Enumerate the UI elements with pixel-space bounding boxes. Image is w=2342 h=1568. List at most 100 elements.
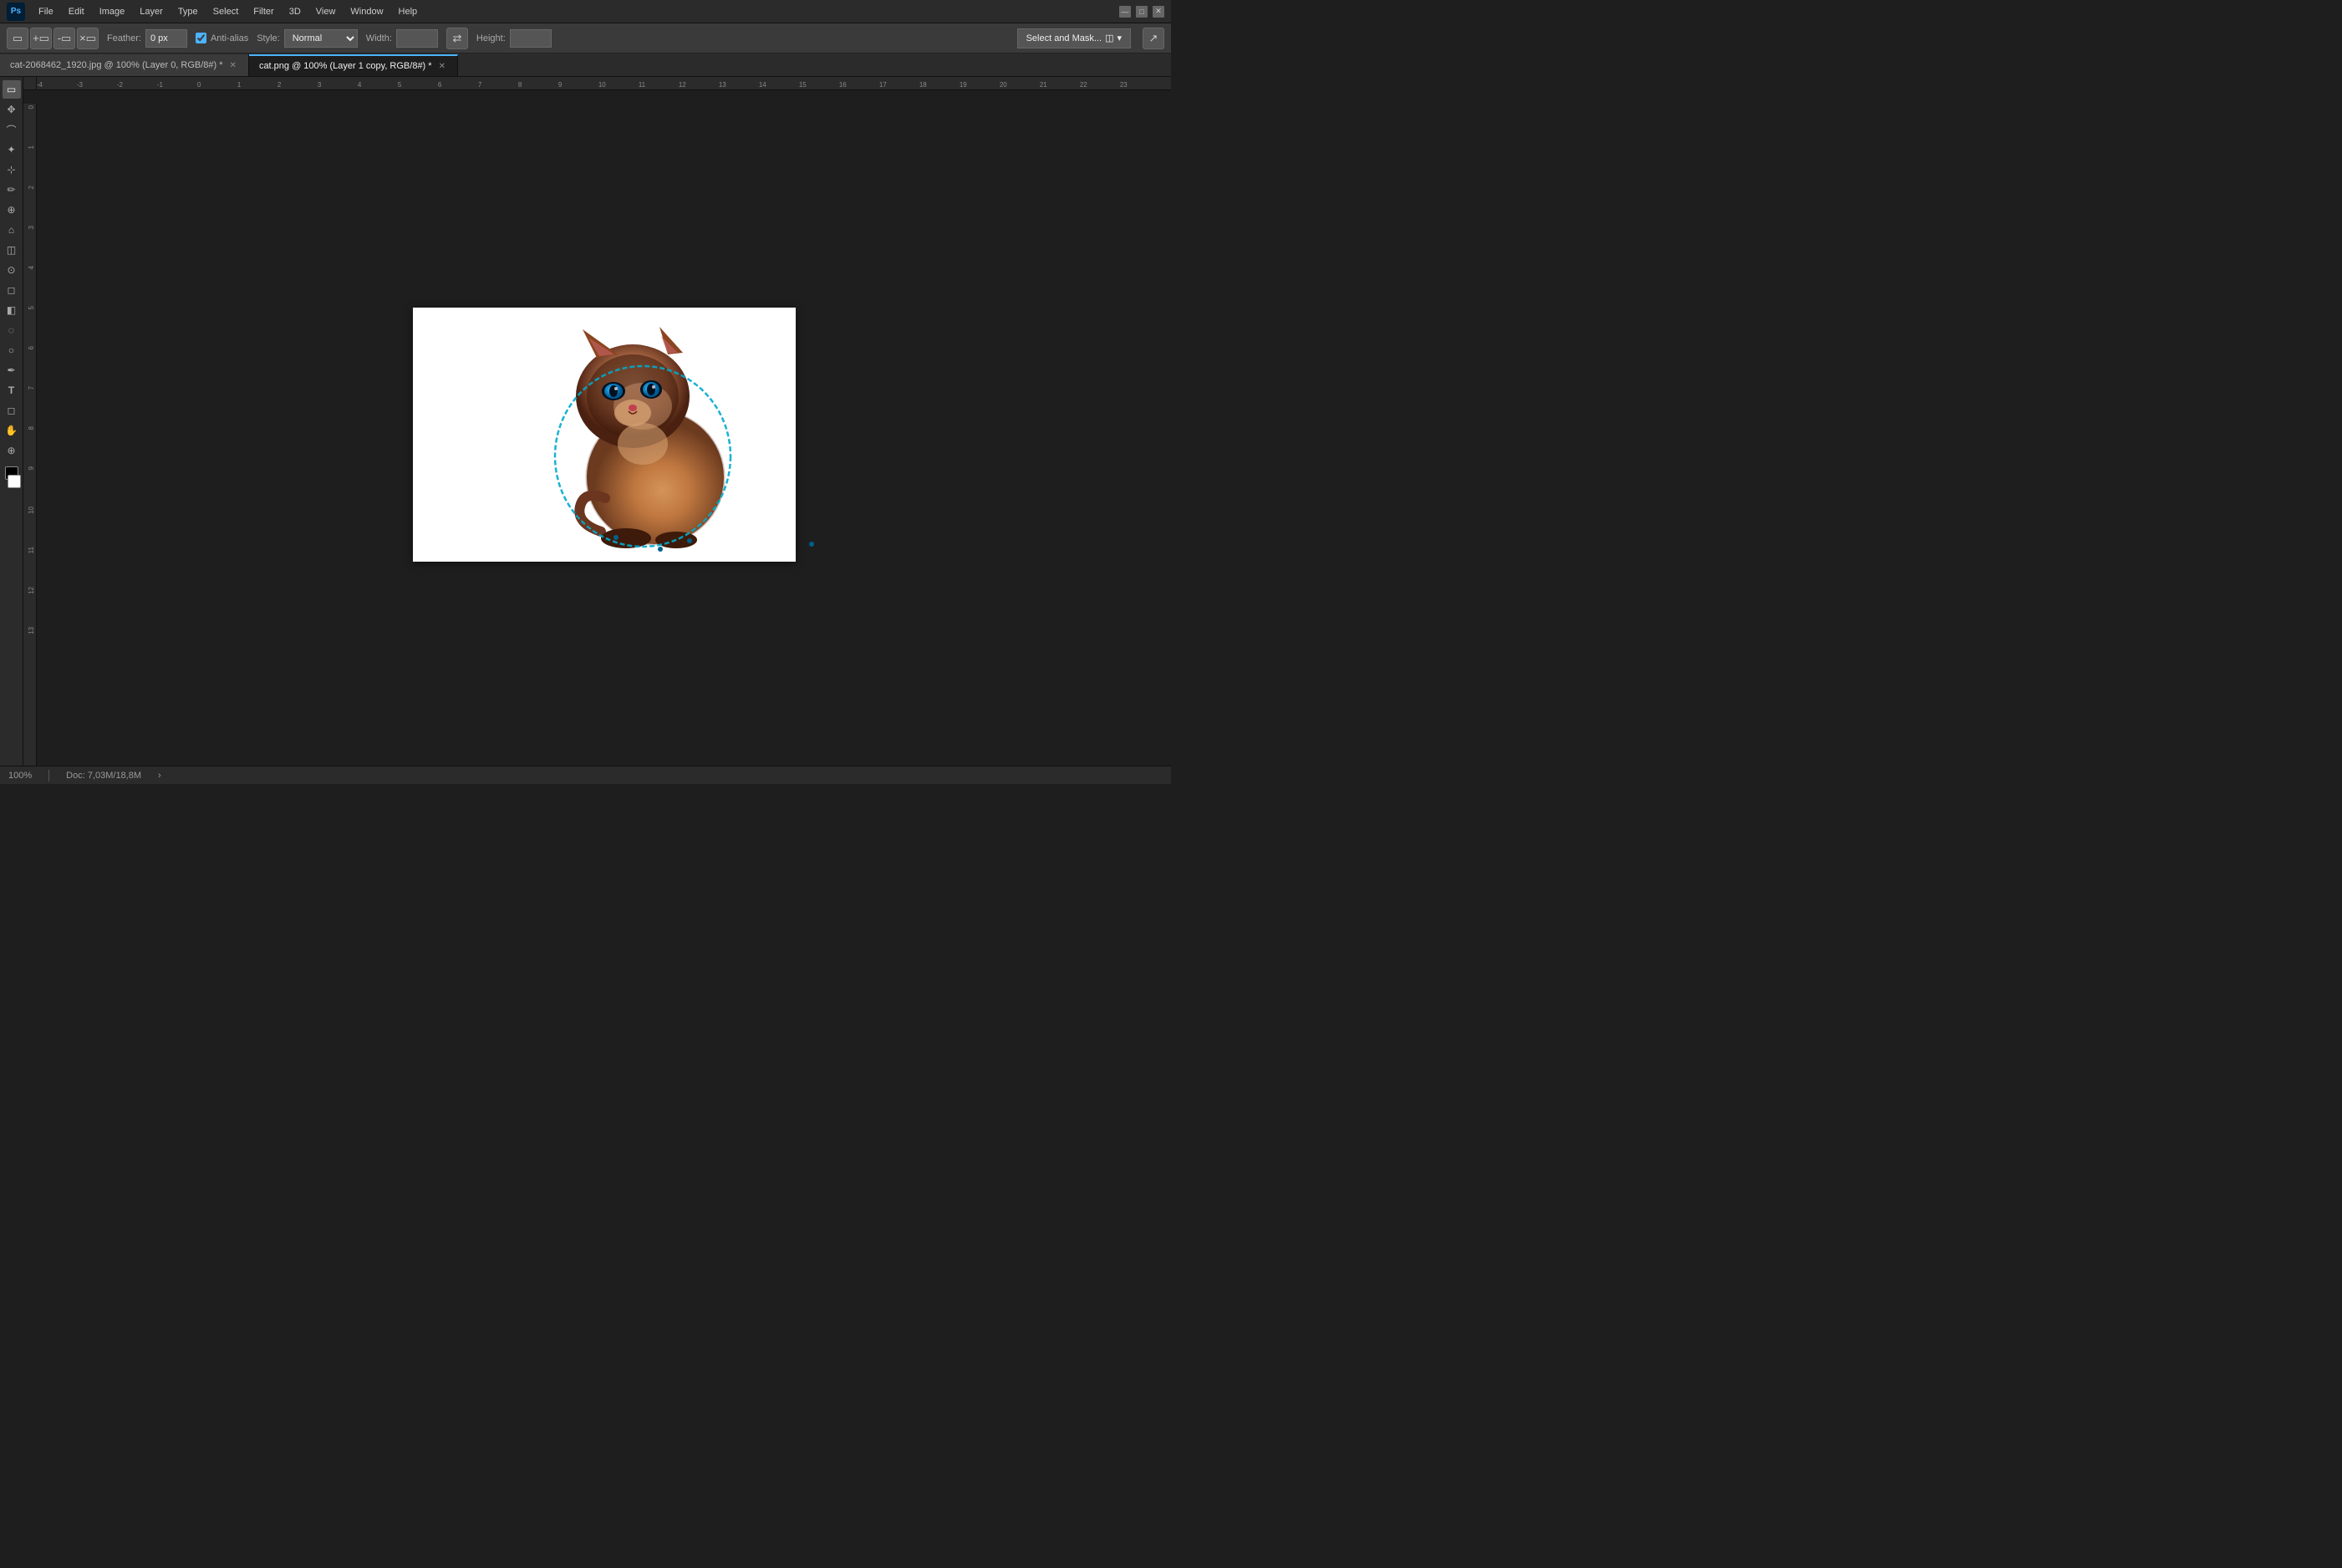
maximize-button[interactable]: □ xyxy=(1136,6,1148,18)
height-input[interactable] xyxy=(510,29,552,48)
minimize-button[interactable]: — xyxy=(1119,6,1131,18)
shape-tool-btn[interactable]: ◻ xyxy=(3,401,21,420)
blur-tool-btn[interactable]: ◌ xyxy=(3,321,21,339)
width-input[interactable] xyxy=(396,29,438,48)
clone-tool-btn[interactable]: ◫ xyxy=(3,241,21,259)
menu-file[interactable]: File xyxy=(32,4,60,19)
canvas-document xyxy=(413,308,796,562)
tab-close-0[interactable]: ✕ xyxy=(228,60,238,71)
ruler-mark-h-23: 19 xyxy=(960,81,967,89)
dodge-tool-btn[interactable]: ○ xyxy=(3,341,21,359)
anti-alias-group: Anti-alias xyxy=(196,33,248,43)
status-arrow[interactable]: › xyxy=(158,771,161,781)
ruler-mark-v-9: 9 xyxy=(28,466,35,470)
menu-layer[interactable]: Layer xyxy=(133,4,170,19)
eraser-tool-btn[interactable]: ◻ xyxy=(3,281,21,299)
ruler-mark-v-13: 13 xyxy=(28,627,35,634)
shape-selection-icons: ▭ +▭ -▭ ×▭ xyxy=(7,28,99,49)
menu-bar: File Edit Image Layer Type Select Filter… xyxy=(32,4,424,19)
ruler-top-inner: -4-3-2-101234567891011121314151617181920… xyxy=(37,77,1171,89)
menu-filter[interactable]: Filter xyxy=(247,4,280,19)
height-label: Height: xyxy=(476,33,506,43)
tab-cat-jpg[interactable]: cat-2068462_1920.jpg @ 100% (Layer 0, RG… xyxy=(0,54,249,76)
anti-alias-checkbox[interactable] xyxy=(196,33,206,43)
ruler-mark-h-17: 13 xyxy=(719,81,726,89)
text-tool-btn[interactable]: T xyxy=(3,381,21,400)
background-color-btn[interactable] xyxy=(8,475,21,488)
cat-layer xyxy=(534,323,739,548)
ruler-mark-v-0: 0 xyxy=(28,105,35,109)
pen-tool-btn[interactable]: ✒ xyxy=(3,361,21,379)
ruler-mark-v-12: 12 xyxy=(28,587,35,594)
ruler-mark-h-3: -1 xyxy=(157,81,163,89)
intersect-selection-btn[interactable]: ×▭ xyxy=(77,28,99,49)
ruler-mark-h-25: 21 xyxy=(1040,81,1047,89)
ruler-mark-v-8: 8 xyxy=(28,426,35,430)
status-separator xyxy=(48,770,49,781)
menu-type[interactable]: Type xyxy=(171,4,205,19)
selection-dot-3 xyxy=(687,538,692,543)
close-button[interactable]: ✕ xyxy=(1153,6,1164,18)
menu-3d[interactable]: 3D xyxy=(283,4,308,19)
crop-tool-btn[interactable]: ⊹ xyxy=(3,160,21,179)
tab-close-1[interactable]: ✕ xyxy=(437,61,447,72)
menu-window[interactable]: Window xyxy=(344,4,389,19)
left-toolbar: ▭ ✥ ⌒ ✦ ⊹ ✏ ⊕ ⌂ ◫ ⊙ ◻ ◧ ◌ ○ ✒ T ◻ ✋ ⊕ xyxy=(0,77,23,766)
ruler-mark-h-8: 4 xyxy=(358,81,361,89)
chevron-down-icon: ▾ xyxy=(1117,33,1122,43)
brush-tool-btn[interactable]: ⌂ xyxy=(3,221,21,239)
select-and-mask-button[interactable]: Select and Mask... ◫ ▾ xyxy=(1017,28,1131,48)
menu-view[interactable]: View xyxy=(309,4,343,19)
lasso-tool-btn[interactable]: ⌒ xyxy=(3,120,21,139)
title-bar-right: — □ ✕ xyxy=(1119,6,1164,18)
subtract-selection-btn[interactable]: -▭ xyxy=(53,28,75,49)
ruler-mark-v-10: 10 xyxy=(28,507,35,514)
style-label: Style: xyxy=(257,33,280,43)
style-select[interactable]: Normal Fixed Ratio Fixed Size xyxy=(284,29,358,48)
menu-help[interactable]: Help xyxy=(392,4,425,19)
ruler-mark-h-26: 22 xyxy=(1080,81,1087,89)
canvas-area: -4-3-2-101234567891011121314151617181920… xyxy=(23,77,1171,766)
menu-edit[interactable]: Edit xyxy=(62,4,91,19)
options-bar: ▭ +▭ -▭ ×▭ Feather: Anti-alias Style: No… xyxy=(0,23,1171,53)
tab-cat-png[interactable]: cat.png @ 100% (Layer 1 copy, RGB/8#) * … xyxy=(249,54,458,76)
title-bar-left: Ps File Edit Image Layer Type Select Fil… xyxy=(7,3,424,21)
ps-logo: Ps xyxy=(7,3,25,21)
zoom-tool-btn[interactable]: ⊕ xyxy=(3,441,21,460)
style-group: Style: Normal Fixed Ratio Fixed Size xyxy=(257,29,358,48)
ruler-mark-h-15: 11 xyxy=(639,81,645,89)
ruler-mark-v-7: 7 xyxy=(28,386,35,389)
ruler-mark-h-7: 3 xyxy=(318,81,321,89)
swap-dimensions-btn[interactable]: ⇄ xyxy=(446,28,468,49)
gradient-tool-btn[interactable]: ◧ xyxy=(3,301,21,319)
ruler-mark-h-11: 7 xyxy=(478,81,481,89)
canvas-workspace[interactable] xyxy=(37,104,1171,766)
ruler-mark-h-0: -4 xyxy=(37,81,43,89)
ruler-mark-v-4: 4 xyxy=(28,266,35,269)
menu-image[interactable]: Image xyxy=(93,4,132,19)
selection-dot-2 xyxy=(658,547,663,552)
ruler-mark-h-24: 20 xyxy=(1000,81,1007,89)
add-selection-btn[interactable]: +▭ xyxy=(30,28,52,49)
ruler-left: 012345678910111213 xyxy=(23,104,37,766)
ruler-mark-h-21: 17 xyxy=(879,81,887,89)
ruler-mark-v-1: 1 xyxy=(28,145,35,149)
ruler-mark-h-13: 9 xyxy=(558,81,562,89)
ruler-mark-h-6: 2 xyxy=(277,81,281,89)
hand-tool-btn[interactable]: ✋ xyxy=(3,421,21,440)
ruler-mark-h-1: -3 xyxy=(77,81,83,89)
move-tool-btn[interactable]: ✥ xyxy=(3,100,21,119)
history-tool-btn[interactable]: ⊙ xyxy=(3,261,21,279)
eyedropper-tool-btn[interactable]: ✏ xyxy=(3,181,21,199)
tabs-bar: cat-2068462_1920.jpg @ 100% (Layer 0, RG… xyxy=(0,53,1171,77)
ruler-mark-v-2: 2 xyxy=(28,186,35,189)
marquee-tool-btn[interactable]: ▭ xyxy=(3,80,21,99)
main-layout: ▭ ✥ ⌒ ✦ ⊹ ✏ ⊕ ⌂ ◫ ⊙ ◻ ◧ ◌ ○ ✒ T ◻ ✋ ⊕ -4… xyxy=(0,77,1171,766)
feather-input[interactable] xyxy=(145,29,187,48)
new-selection-btn[interactable]: ▭ xyxy=(7,28,28,49)
heal-tool-btn[interactable]: ⊕ xyxy=(3,201,21,219)
export-btn[interactable]: ↗ xyxy=(1143,28,1164,49)
zoom-level: 100% xyxy=(8,771,32,781)
menu-select[interactable]: Select xyxy=(206,4,246,19)
quick-select-tool-btn[interactable]: ✦ xyxy=(3,140,21,159)
